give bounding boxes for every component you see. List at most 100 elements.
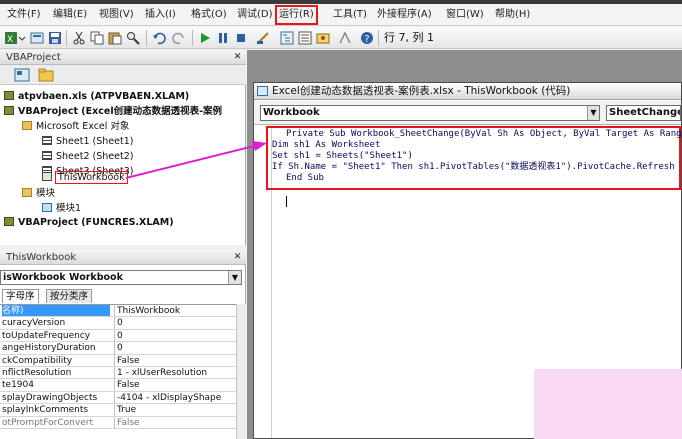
object-combo-value: Workbook [263,107,320,118]
vba-project-icon [4,106,14,115]
worksheet-icon [42,151,52,160]
property-row[interactable]: splayInkComments True [0,404,236,417]
code-window-icon [257,86,268,96]
tree-node-modules[interactable]: 模块 [22,187,55,200]
undo-icon[interactable] [152,31,166,45]
property-row[interactable]: otPromptForConvert False [0,416,236,429]
project-explorer-pane: VBAProject ✕ atpvbaen.xls (ATPVBAEN.XLAM… [0,50,246,245]
module-icon [42,203,52,212]
property-row[interactable]: te1904 False [0,379,236,392]
cut-icon[interactable] [72,31,86,45]
chevron-down-icon[interactable]: ▼ [228,271,241,284]
menu-bar: 文件(F) 编辑(E) 视图(V) 插入(I) 格式(O) 调试(D) 运行(R… [0,4,682,26]
redo-icon[interactable] [172,31,186,45]
object-selector[interactable]: isWorkbook Workbook ▼ [0,270,242,285]
vba-project-icon [4,91,14,100]
properties-pane: ThisWorkbook ✕ isWorkbook Workbook ▼ 字母序… [0,250,246,439]
thisworkbook-label[interactable]: ThisWorkbook [55,171,128,184]
menu-insert[interactable]: 插入(I) [142,6,179,24]
tab-categorized[interactable]: 按分类序 [46,289,93,303]
menu-run[interactable]: 运行(R) [275,5,318,25]
code-line: Set sh1 = Sheets("Sheet1") [272,151,413,161]
project-explorer-icon[interactable] [280,31,294,45]
toolbar-separator [192,30,193,46]
close-icon[interactable]: ✕ [232,252,243,263]
paste-icon[interactable] [108,31,122,45]
menu-help[interactable]: 帮助(H) [492,6,533,24]
code-line: End Sub [286,173,324,183]
menu-file[interactable]: 文件(F) [4,6,44,24]
property-row[interactable]: toUpdateFrequency 0 [0,329,236,343]
properties-title-text: ThisWorkbook [6,252,77,263]
project-explorer-toolbar [0,65,246,85]
tab-alphabetic[interactable]: 字母序 [2,289,39,303]
object-combo[interactable]: Workbook ▼ [260,105,600,121]
object-browser-icon[interactable] [316,31,330,45]
find-icon[interactable] [126,31,140,45]
menu-view[interactable]: 视图(V) [96,6,137,24]
code-line: Dim sh1 As Worksheet [272,140,381,150]
properties-title: ThisWorkbook ✕ [0,250,246,265]
procedure-combo[interactable]: SheetChange [606,105,681,121]
svg-text:X: X [7,35,13,45]
save-icon[interactable] [48,31,62,45]
close-icon[interactable]: ✕ [232,52,243,63]
object-selector-value: isWorkbook Workbook [3,272,123,283]
property-row[interactable]: ckCompatibility False [0,354,236,367]
code-window-title: Excel创建动态数据透视表-案例表.xlsx - ThisWorkbook (… [272,85,571,97]
menu-tools[interactable]: 工具(T) [330,6,370,24]
tree-node-funcres[interactable]: VBAProject (FUNCRES.XLAM) [4,216,174,229]
properties-icon[interactable] [298,31,312,45]
property-row[interactable]: nflictResolution 1 - xlUserResolution [0,367,236,380]
code-line: If Sh.Name = "Sheet1" Then sh1.PivotTabl… [272,162,675,172]
menu-format[interactable]: 格式(O) [188,6,230,24]
tree-node-module1[interactable]: 模块1 [42,202,81,215]
worksheet-icon [42,136,52,145]
pink-overlay [534,369,682,439]
toolbox-icon[interactable] [338,31,352,45]
toggle-folders-icon[interactable] [38,68,54,82]
code-combo-bar: Workbook ▼ SheetChange [254,101,681,125]
property-grid: 名称) ThisWorkbook curacyVersion 0 toUpdateF… [0,304,236,439]
break-icon[interactable] [216,31,230,45]
design-mode-icon[interactable] [256,31,270,45]
property-row[interactable]: splayDrawingObjects -4104 - xlDisplayShap… [0,391,236,405]
menu-edit[interactable]: 编辑(E) [50,6,90,24]
code-window-titlebar[interactable]: Excel创建动态数据透视表-案例表.xlsx - ThisWorkbook (… [254,83,681,100]
property-scrollbar[interactable] [236,304,246,439]
property-row[interactable]: angeHistoryDuration 0 [0,342,236,355]
menu-debug[interactable]: 调试(D) [234,6,276,24]
toolbar-separator [146,30,147,46]
project-explorer-title-text: VBAProject [6,52,61,63]
tree-node-sheet2[interactable]: Sheet2 (Sheet2) [42,150,133,163]
chevron-down-icon[interactable]: ▼ [587,106,599,120]
tree-node-thisworkbook[interactable]: ThisWorkbook [42,170,128,185]
standard-toolbar: X ? 行 7, 列 1 [0,27,682,49]
procedure-combo-value: SheetChange [609,107,681,118]
svg-text:?: ? [364,34,369,45]
tree-node-atpvbaen[interactable]: atpvbaen.xls (ATPVBAEN.XLAM) [4,90,189,103]
run-icon[interactable] [198,31,212,45]
tree-node-vbaproject-case[interactable]: VBAProject (Excel创建动态数据透视表-案例 [4,105,222,118]
property-row[interactable]: 名称) ThisWorkbook [0,305,236,318]
tree-node-sheet1[interactable]: Sheet1 (Sheet1) [42,135,133,148]
help-icon[interactable]: ? [360,31,374,45]
text-cursor [286,196,287,207]
cursor-position-readout: 行 7, 列 1 [384,31,434,44]
view-object-icon[interactable] [14,68,30,82]
folder-icon [22,188,32,197]
vba-project-icon [4,217,14,226]
reset-icon[interactable] [234,31,248,45]
menu-window[interactable]: 窗口(W) [443,6,487,24]
toolbar-separator [66,30,67,46]
tree-node-excel-objects[interactable]: Microsoft Excel 对象 [22,120,129,133]
menu-addins[interactable]: 外接程序(A) [374,6,435,24]
toolbar-separator [378,30,379,46]
insert-module-icon[interactable] [30,31,44,45]
folder-icon [22,121,32,130]
workbook-icon [42,172,52,181]
copy-icon[interactable] [90,31,104,45]
view-excel-icon[interactable]: X [4,31,26,45]
property-row[interactable]: curacyVersion 0 [0,317,236,330]
project-explorer-title: VBAProject ✕ [0,50,246,65]
